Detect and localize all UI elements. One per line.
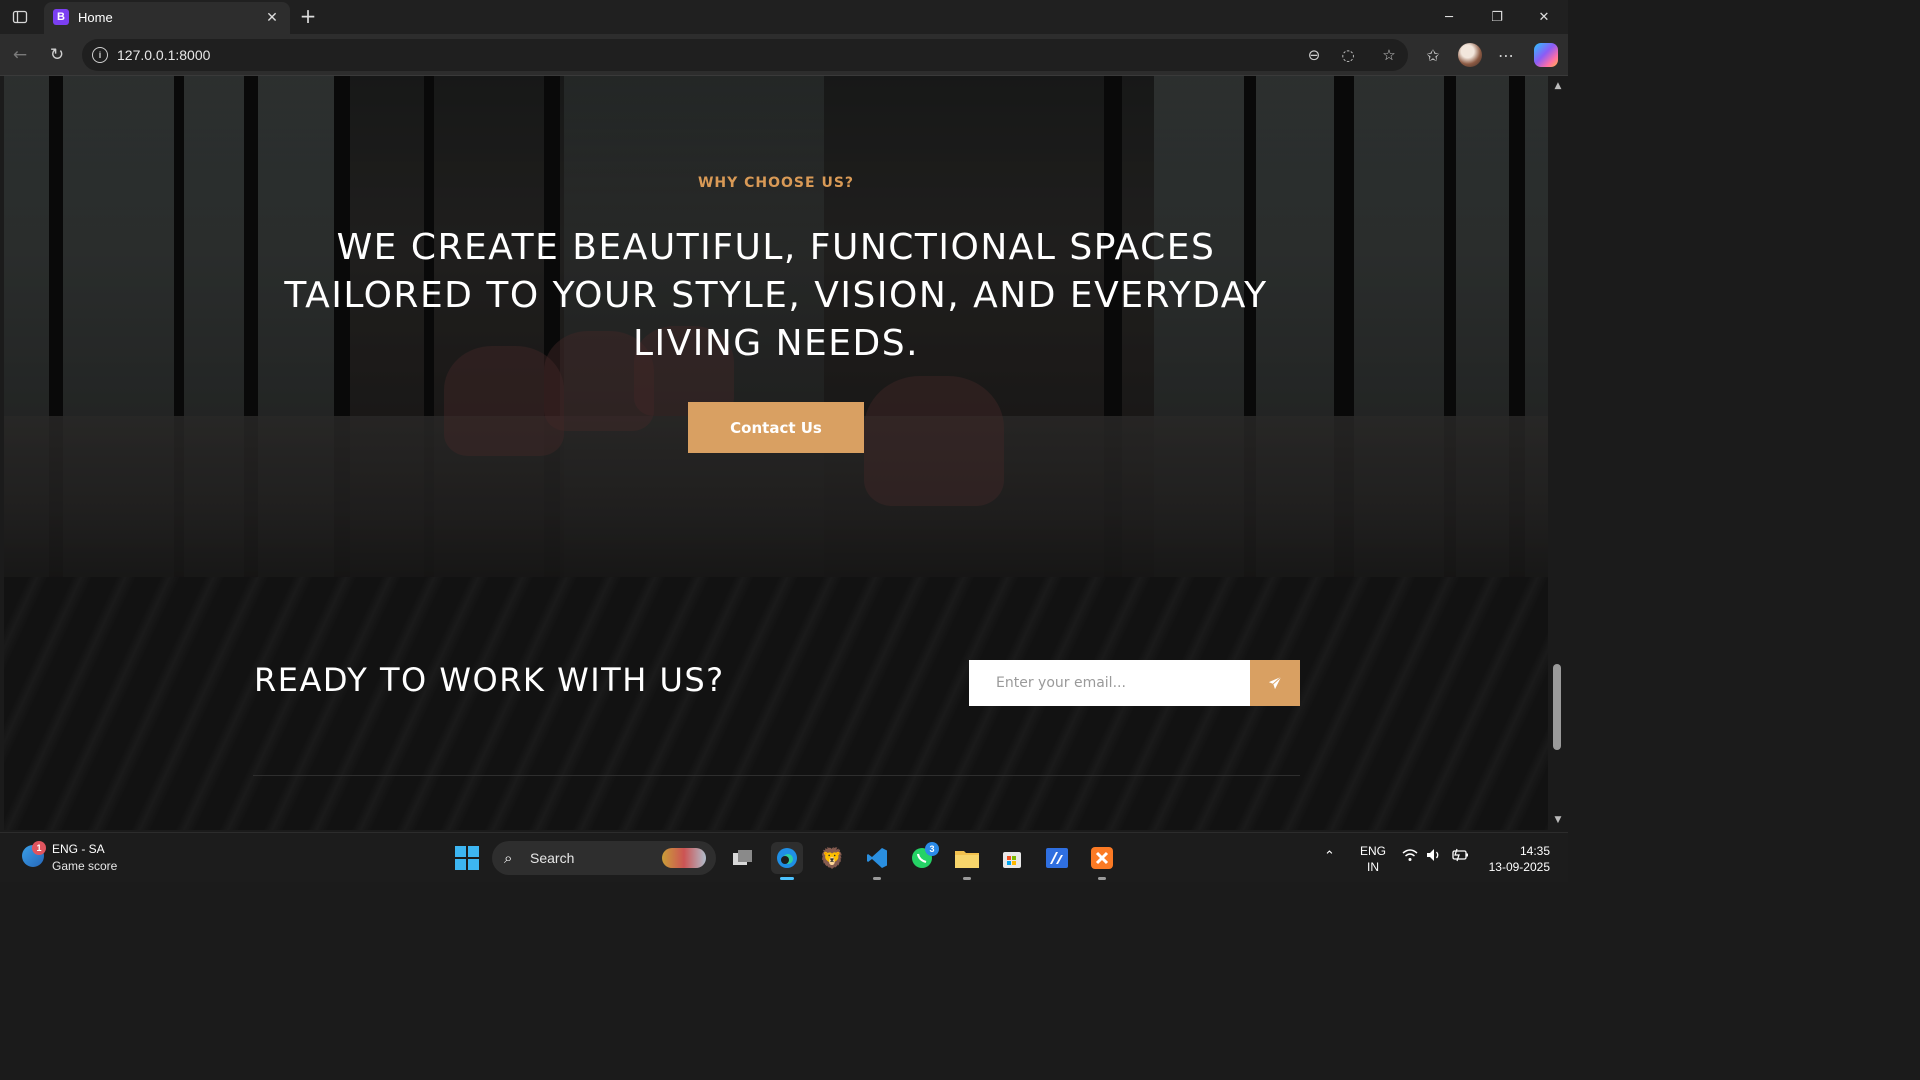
window-close-icon[interactable]: ✕	[1521, 0, 1567, 34]
search-label: Search	[530, 850, 575, 866]
scroll-down-icon[interactable]: ▼	[1552, 814, 1564, 826]
system-clock[interactable]: 14:35 13-09-2025	[1478, 843, 1550, 875]
azure-data-studio-icon[interactable]	[1041, 842, 1073, 874]
page-viewport: WHY CHOOSE US? WE CREATE BEAUTIFUL, FUNC…	[4, 76, 1548, 830]
new-tab-icon[interactable]: +	[296, 4, 320, 28]
volume-icon[interactable]	[1426, 848, 1442, 866]
clock-date: 13-09-2025	[1488, 860, 1550, 874]
email-field[interactable]	[969, 660, 1250, 706]
lang-line-2: IN	[1367, 860, 1379, 874]
copilot-icon[interactable]	[1534, 43, 1558, 67]
microsoft-store-icon[interactable]	[996, 842, 1028, 874]
lang-line-1: ENG	[1359, 844, 1386, 858]
more-menu-icon[interactable]: ⋯	[1494, 43, 1518, 67]
file-explorer-icon[interactable]	[951, 842, 983, 874]
score-widget-subtitle[interactable]: Game score	[52, 859, 117, 873]
scroll-thumb[interactable]	[1553, 664, 1561, 750]
footer-divider	[253, 775, 1300, 776]
paper-plane-icon	[1268, 676, 1282, 690]
brave-browser-icon[interactable]: 🦁	[816, 842, 848, 874]
zoom-icon[interactable]: ⊖	[1304, 45, 1324, 65]
whatsapp-badge: 3	[925, 842, 939, 856]
why-choose-us-section: WHY CHOOSE US? WE CREATE BEAUTIFUL, FUNC…	[4, 76, 1548, 577]
search-highlight-icon	[662, 848, 706, 868]
reading-mode-icon[interactable]: ◌	[1338, 45, 1358, 65]
send-button[interactable]	[1250, 660, 1300, 706]
minimize-icon[interactable]: ─	[1426, 0, 1472, 34]
newsletter-section: READY TO WORK WITH US?	[4, 577, 1548, 830]
url-text[interactable]: 127.0.0.1:8000	[117, 47, 210, 63]
favorite-star-icon[interactable]: ☆	[1379, 45, 1399, 65]
close-icon[interactable]: ✕	[262, 8, 282, 28]
tab-bar: B Home ✕ + ─ ❐ ✕	[0, 0, 1568, 34]
clock-time: 14:35	[1519, 844, 1550, 858]
scroll-up-icon[interactable]: ▲	[1552, 80, 1564, 92]
site-info-icon[interactable]: i	[92, 47, 108, 63]
section-headline: WE CREATE BEAUTIFUL, FUNCTIONAL SPACES T…	[284, 227, 1268, 364]
notification-badge: 1	[32, 841, 46, 855]
language-indicator[interactable]: ENG IN	[1358, 843, 1388, 875]
search-icon: ⌕	[504, 849, 513, 867]
favorites-icon[interactable]: ✩	[1421, 43, 1445, 67]
reload-icon[interactable]: ↻	[45, 43, 69, 67]
wifi-icon[interactable]	[1402, 848, 1418, 866]
back-arrow-icon[interactable]: ←	[8, 43, 32, 67]
taskbar-search[interactable]: ⌕ Search	[492, 841, 716, 875]
edge-browser-icon[interactable]	[771, 842, 803, 874]
bootstrap-icon: B	[53, 9, 69, 25]
windows-start-icon[interactable]	[455, 846, 479, 870]
chevron-up-icon[interactable]: ⌃	[1324, 849, 1335, 864]
battery-icon[interactable]	[1451, 848, 1469, 866]
contact-us-button[interactable]: Contact Us	[688, 402, 864, 453]
page-scrollbar[interactable]: ▲ ▼	[1548, 76, 1568, 830]
score-widget-title[interactable]: ENG - SA	[52, 842, 105, 856]
vscode-icon[interactable]	[861, 842, 893, 874]
windows-taskbar: 1 ENG - SA Game score ⌕ Search 🦁 3 ⌃ ENG…	[0, 832, 1568, 882]
browser-tab[interactable]: B Home ✕	[44, 2, 290, 34]
avatar[interactable]	[1458, 43, 1482, 67]
newsletter-heading: READY TO WORK WITH US?	[254, 661, 725, 699]
xampp-icon[interactable]	[1086, 842, 1118, 874]
sidebar-toggle-icon[interactable]	[8, 5, 32, 29]
address-bar[interactable]: i 127.0.0.1:8000 ⊖ ◌ ☆	[82, 39, 1408, 71]
section-eyebrow: WHY CHOOSE US?	[697, 175, 855, 191]
task-view-icon[interactable]	[727, 842, 759, 874]
restore-icon[interactable]: ❐	[1474, 0, 1520, 34]
browser-toolbar: ← ↻ i 127.0.0.1:8000 ⊖ ◌ ☆ ✩ ⋯	[0, 34, 1568, 76]
tab-title: Home	[78, 10, 113, 25]
